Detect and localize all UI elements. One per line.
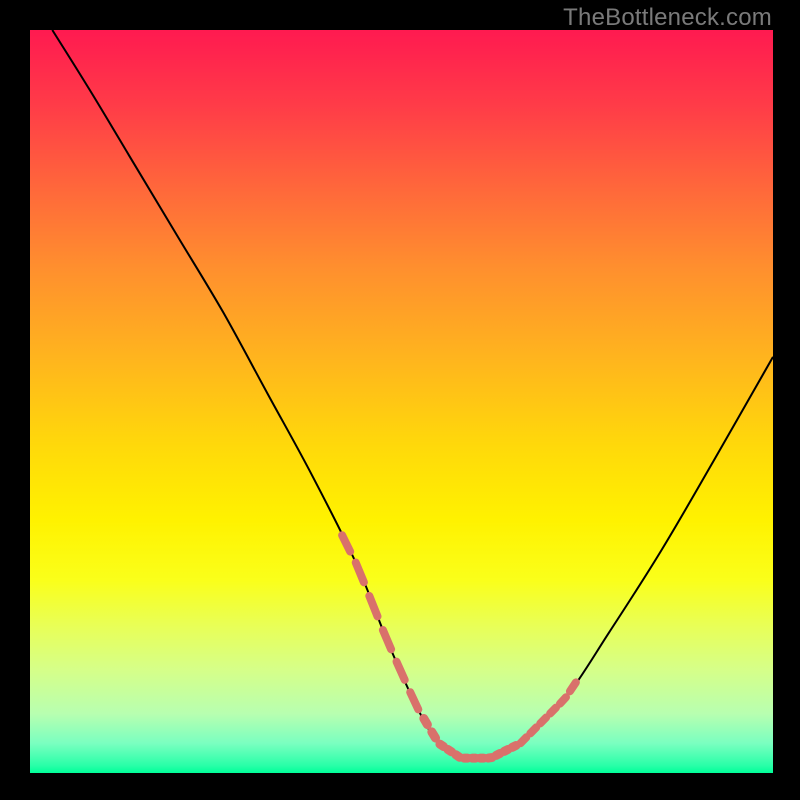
right-dashes-seg xyxy=(570,682,576,691)
right-dashes-seg xyxy=(530,727,536,733)
plot-area xyxy=(30,30,773,773)
chart-frame: TheBottleneck.com xyxy=(0,0,800,800)
marker-group xyxy=(342,535,576,758)
left-dashes-seg xyxy=(342,535,350,551)
right-dashes-seg xyxy=(560,697,566,704)
valley-dashes-seg xyxy=(496,754,500,756)
valley-dashes-seg xyxy=(424,719,428,725)
valley-dashes-seg xyxy=(488,758,492,759)
valley-dashes-seg xyxy=(448,750,452,752)
valley-dashes-seg xyxy=(432,732,436,738)
right-dashes-seg xyxy=(540,718,546,724)
curve-group xyxy=(52,30,773,760)
valley-dashes-seg xyxy=(440,744,444,746)
watermark-text: TheBottleneck.com xyxy=(563,4,772,32)
valley-dashes-seg xyxy=(456,755,460,758)
chart-svg xyxy=(30,30,773,773)
right-dashes-seg xyxy=(520,737,526,743)
valley-dashes-seg xyxy=(504,750,508,752)
left-dashes-seg xyxy=(369,596,377,617)
left-dashes-seg xyxy=(410,692,418,709)
right-dashes-seg xyxy=(550,708,556,714)
left-dashes-seg xyxy=(383,630,391,649)
left-dashes-seg xyxy=(356,563,364,583)
left-dashes-seg xyxy=(397,662,405,680)
bottleneck-curve xyxy=(52,30,773,760)
valley-dashes-seg xyxy=(512,746,516,748)
